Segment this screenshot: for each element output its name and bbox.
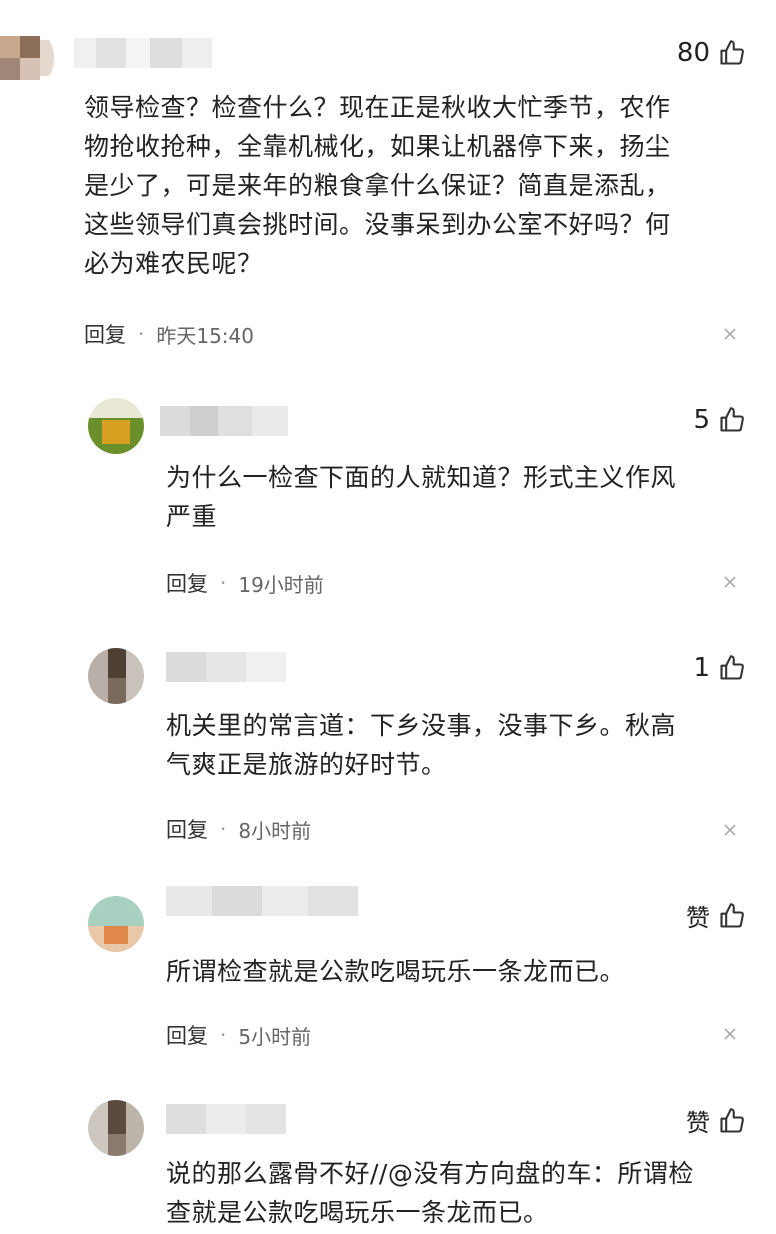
reply-button[interactable]: 回复 bbox=[166, 1020, 208, 1050]
like-button[interactable]: 1 bbox=[693, 653, 746, 683]
like-count: 5 bbox=[693, 405, 710, 435]
like-button[interactable]: 80 bbox=[677, 38, 746, 68]
like-count: 80 bbox=[676, 38, 710, 68]
reply-button[interactable]: 回复 bbox=[166, 568, 208, 598]
like-button[interactable]: 赞 bbox=[686, 1103, 746, 1138]
avatar[interactable] bbox=[88, 398, 144, 454]
timestamp: 5小时前 bbox=[238, 1024, 312, 1049]
thumbs-up-icon bbox=[720, 655, 744, 680]
close-icon[interactable] bbox=[722, 326, 738, 342]
thumbs-up-icon bbox=[720, 1107, 744, 1133]
avatar[interactable] bbox=[88, 648, 144, 704]
thumbs-up-icon bbox=[720, 40, 744, 65]
timestamp: 昨天15:40 bbox=[156, 323, 254, 348]
avatar[interactable] bbox=[0, 26, 54, 90]
comment-text: 所谓检查就是公款吃喝玩乐一条龙而已。 bbox=[166, 957, 626, 986]
comment-meta: 回复 · 5小时前 bbox=[166, 1020, 311, 1050]
close-icon[interactable] bbox=[722, 822, 738, 838]
comment-text: 机关里的常言道：下乡没事，没事下乡。秋高 气爽正是旅游的好时节。 bbox=[166, 711, 677, 779]
like-button[interactable]: 赞 bbox=[686, 898, 746, 933]
thumbs-up-icon bbox=[720, 902, 744, 928]
reply-button[interactable]: 回复 bbox=[166, 814, 208, 844]
like-count: 1 bbox=[693, 653, 710, 683]
username-blurred[interactable] bbox=[166, 652, 286, 682]
like-label: 赞 bbox=[686, 1109, 710, 1137]
username-blurred[interactable] bbox=[74, 38, 212, 68]
comment-text: 说的那么露骨不好//@没有方向盘的车：所谓检 查就是公款吃喝玩乐一条龙而已。 bbox=[166, 1159, 694, 1227]
username-blurred[interactable] bbox=[160, 406, 288, 436]
close-icon[interactable] bbox=[722, 1026, 738, 1042]
comment-meta: 回复 · 8小时前 bbox=[166, 814, 311, 844]
avatar[interactable] bbox=[88, 1100, 144, 1156]
comment-meta: 回复 · 19小时前 bbox=[166, 568, 324, 598]
reply-button[interactable]: 回复 bbox=[84, 319, 126, 349]
avatar[interactable] bbox=[88, 896, 144, 952]
close-icon[interactable] bbox=[722, 574, 738, 590]
thumbs-up-icon bbox=[720, 407, 744, 432]
comment-meta: 回复 · 昨天15:40 bbox=[84, 319, 254, 349]
like-button[interactable]: 5 bbox=[693, 405, 746, 435]
like-label: 赞 bbox=[686, 904, 710, 932]
timestamp: 19小时前 bbox=[238, 572, 324, 597]
username-blurred[interactable] bbox=[166, 886, 358, 916]
timestamp: 8小时前 bbox=[238, 818, 312, 843]
username-blurred[interactable] bbox=[166, 1104, 286, 1134]
comment-text: 领导检查？检查什么？现在正是秋收大忙季节，农作 物抢收抢种，全靠机械化，如果让机… bbox=[84, 93, 671, 278]
comment-text: 为什么一检查下面的人就知道？形式主义作风 严重 bbox=[166, 463, 677, 531]
